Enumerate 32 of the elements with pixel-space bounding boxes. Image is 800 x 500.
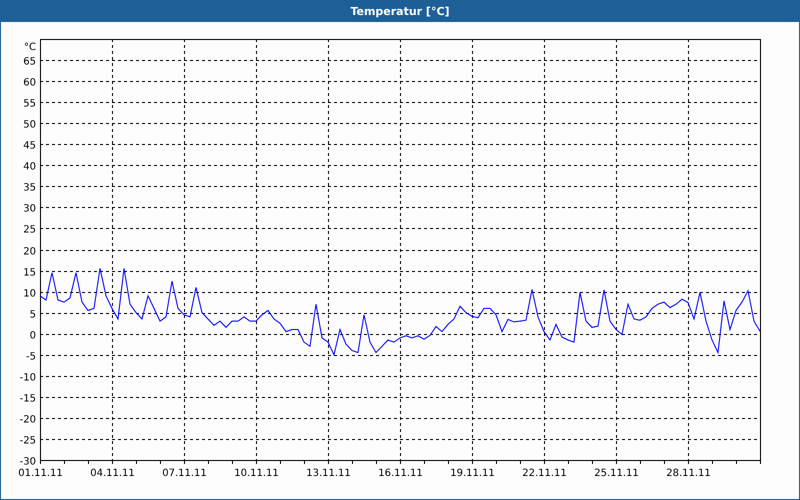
x-axis-label: 13.11.11 bbox=[306, 468, 351, 479]
x-axis-label: 04.11.11 bbox=[90, 468, 135, 479]
x-axis-label: 07.11.11 bbox=[162, 468, 207, 479]
y-axis-label: -10 bbox=[20, 372, 36, 384]
y-axis-label: 0 bbox=[30, 330, 36, 342]
y-axis-label: -15 bbox=[20, 394, 36, 404]
y-axis-label: 45 bbox=[23, 140, 36, 152]
y-axis-label: 15 bbox=[23, 268, 36, 278]
y-axis-label: 60 bbox=[23, 78, 36, 88]
x-axis-label: 25.11.11 bbox=[594, 468, 639, 479]
y-axis-unit: °C bbox=[24, 42, 36, 53]
x-axis-label: 28.11.11 bbox=[666, 468, 711, 479]
y-axis-label: -30 bbox=[20, 456, 36, 468]
x-axis-label: 01.11.11 bbox=[18, 468, 63, 479]
x-axis-label: 10.11.11 bbox=[234, 468, 279, 479]
x-axis-label: 16.11.11 bbox=[378, 468, 423, 479]
y-axis-label: 35 bbox=[23, 182, 36, 194]
y-axis-label: 25 bbox=[23, 224, 36, 236]
y-axis-label: 5 bbox=[30, 310, 36, 320]
y-axis-label: -5 bbox=[26, 352, 36, 362]
y-axis-label: 20 bbox=[23, 246, 36, 258]
y-axis-label: 30 bbox=[23, 204, 36, 214]
y-axis-label: 40 bbox=[23, 162, 36, 172]
y-axis-label: -20 bbox=[20, 414, 36, 426]
y-axis-label: 10 bbox=[23, 288, 36, 300]
y-axis-label: 65 bbox=[23, 56, 36, 68]
y-axis-label: -25 bbox=[20, 436, 36, 446]
window-title: Temperatur [°C] bbox=[350, 4, 450, 18]
y-axis-label: 55 bbox=[23, 98, 36, 110]
y-axis-label: 50 bbox=[23, 120, 36, 130]
x-axis-label: 22.11.11 bbox=[522, 468, 567, 479]
x-axis-label: 19.11.11 bbox=[450, 468, 495, 479]
